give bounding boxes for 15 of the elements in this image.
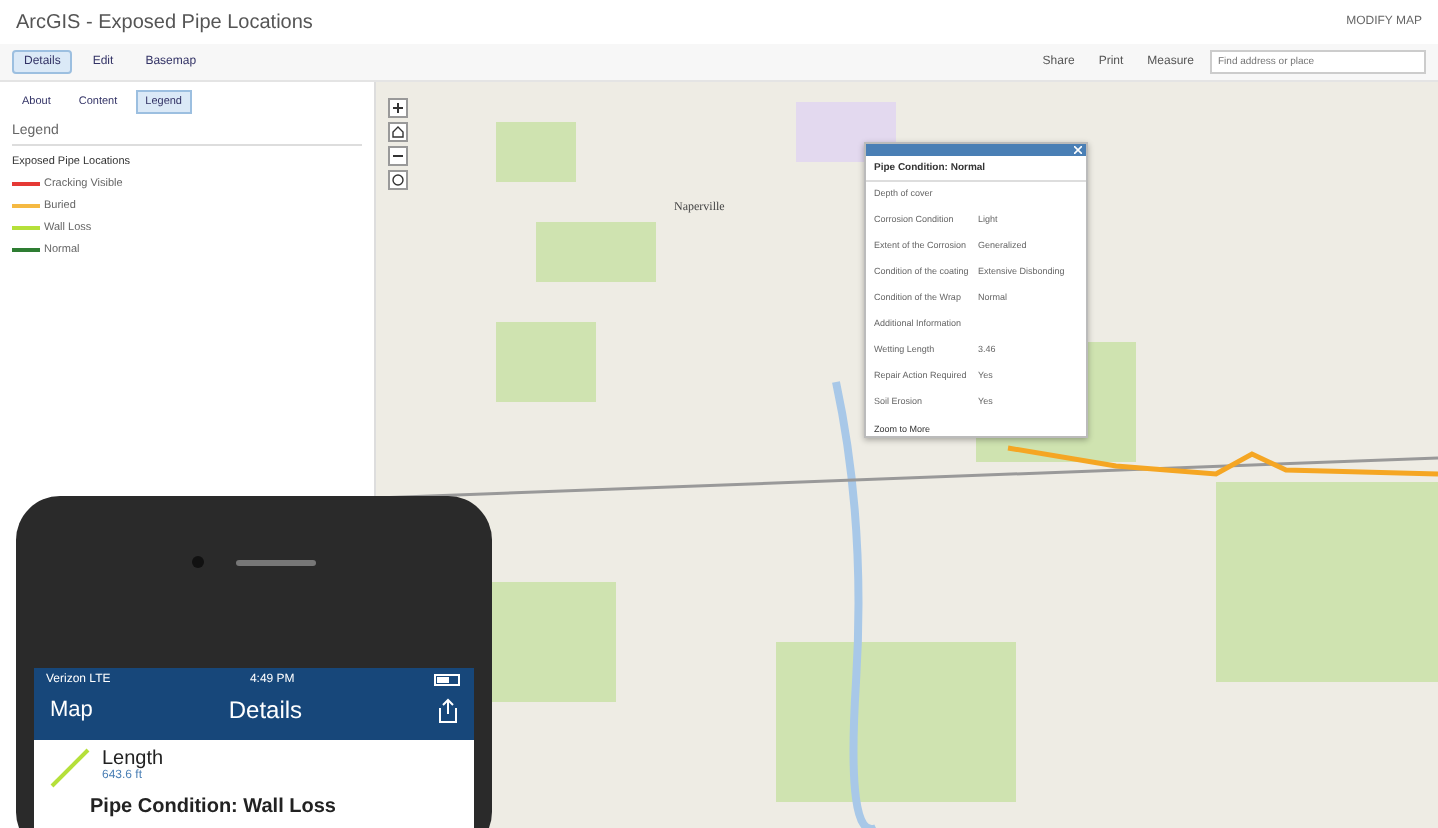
zoom-in-icon[interactable] xyxy=(388,98,408,118)
line-icon xyxy=(50,748,90,788)
field-label: Length xyxy=(102,748,164,770)
battery-icon xyxy=(433,674,462,686)
condition-heading: Pipe Condition: Wall Loss xyxy=(88,796,338,818)
speaker-icon xyxy=(236,559,316,565)
locate-icon[interactable] xyxy=(388,170,408,190)
back-button[interactable]: Map xyxy=(50,698,93,722)
home-icon[interactable] xyxy=(388,122,408,142)
screen-title: Details xyxy=(228,696,303,724)
camera-icon xyxy=(192,556,204,568)
close-icon[interactable] xyxy=(1074,146,1082,154)
app-title: ArcGIS - Exposed Pipe Locations xyxy=(16,11,313,33)
share-icon[interactable] xyxy=(438,697,458,723)
zoom-out-icon[interactable] xyxy=(388,146,408,166)
